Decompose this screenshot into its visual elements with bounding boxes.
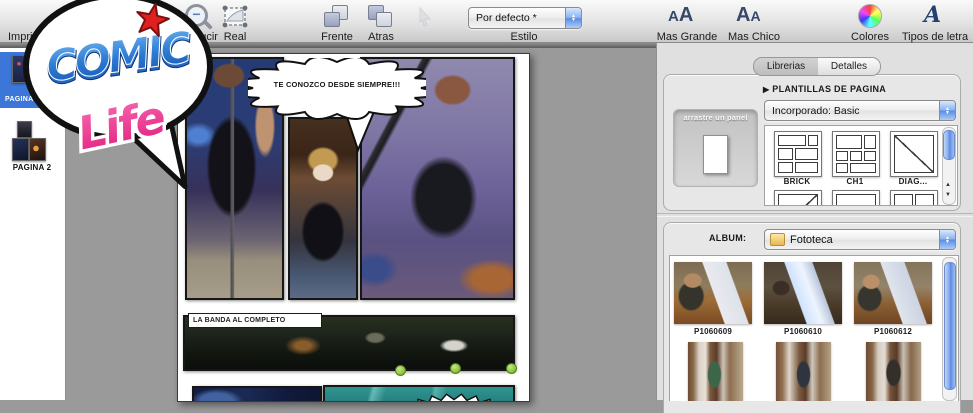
zoom-out-icon[interactable]: − (185, 4, 208, 27)
print-icon[interactable] (60, 3, 90, 35)
photo-thumbnail-4[interactable] (688, 342, 743, 401)
toolbar-shadow (0, 43, 656, 48)
tab-detalles[interactable]: Detalles (818, 57, 881, 76)
photo-label-1: P1060609 (693, 327, 733, 336)
template-diag[interactable] (890, 131, 938, 177)
page1-thumbnail[interactable] (12, 55, 34, 83)
bring-front-icon[interactable] (324, 5, 350, 29)
photo-label-3: P1060612 (873, 327, 913, 336)
speech-bubble[interactable] (248, 58, 426, 156)
logo-word-life: Life (73, 90, 169, 160)
fonts-label[interactable]: Tipos de letra (897, 31, 973, 43)
popup-stepper-icon: ▲ ▼ (565, 8, 581, 28)
zoom-in-icon[interactable]: + (128, 4, 151, 27)
page2-thumbnail-right[interactable] (29, 138, 46, 161)
photos-scrollbar[interactable] (942, 257, 957, 401)
template-brick[interactable] (774, 131, 822, 177)
photo-thumbnail-5[interactable] (776, 342, 831, 401)
popup-stepper-icon: ▲ ▼ (939, 101, 955, 120)
text-smaller-icon[interactable]: AA (736, 4, 761, 27)
photo-label-2: P1060610 (783, 327, 823, 336)
print-button-label[interactable]: Imprimir (8, 31, 64, 43)
selection-handle[interactable] (395, 365, 406, 376)
album-icon (770, 233, 785, 246)
selection-handle[interactable] (506, 363, 517, 374)
style-popup-value: Por defecto * (476, 12, 537, 24)
template-row2-2[interactable] (832, 190, 880, 205)
toolbar: Imprimir + − Reducir Real Frente Atras P… (0, 0, 973, 43)
album-popup[interactable]: Fototeca ▲ ▼ (764, 229, 956, 250)
disclosure-triangle-icon[interactable]: ▶ (763, 85, 769, 94)
library-panel: Librerias Detalles ▶ PLANTILLAS DE PAGIN… (656, 43, 973, 413)
send-back-icon[interactable] (368, 5, 394, 29)
scroll-arrows-icon[interactable]: ▲ ▼ (943, 182, 953, 198)
colors-label[interactable]: Colores (846, 31, 894, 43)
send-back-label[interactable]: Atras (358, 31, 404, 43)
pointer-cursor-icon (418, 6, 432, 32)
tab-librerias[interactable]: Librerias (753, 57, 819, 76)
template-row2-1[interactable] (774, 190, 822, 205)
actual-size-icon[interactable] (221, 4, 249, 34)
template-diag-label: DIAG... (898, 177, 928, 186)
actual-size-label[interactable]: Real (212, 31, 258, 43)
popup-stepper-icon: ▲ ▼ (939, 230, 955, 249)
panel-separator (657, 213, 973, 217)
templates-list: BRICK CH1 DIAG... ▲ ▼ (764, 125, 958, 206)
sidebar-page1-selected[interactable]: PAGINA 1 (0, 52, 65, 108)
photo-thumbnail-6[interactable] (866, 342, 921, 401)
photo-browser: P1060609 P1060610 P1060612 (669, 255, 959, 401)
templates-scrollbar[interactable]: ▲ ▼ (942, 127, 956, 205)
photo-thumbnail-2[interactable] (764, 262, 842, 324)
album-value: Fototeca (790, 233, 833, 246)
fonts-icon[interactable]: A (924, 2, 941, 28)
text-bigger-label[interactable]: Mas Grande (652, 31, 722, 43)
templates-scrollbar-thumb[interactable] (943, 130, 955, 160)
page2-label[interactable]: PAGINA 2 (0, 163, 64, 172)
templates-source-value: Incorporado: Basic (772, 104, 860, 117)
comic-page-canvas[interactable]: TE CONOZCO DESDE SIEMPRE!!! LA BANDA AL … (177, 53, 530, 402)
templates-source-popup[interactable]: Incorporado: Basic ▲ ▼ (764, 100, 956, 121)
text-bigger-icon[interactable]: AA (668, 4, 693, 27)
blank-panel-icon[interactable] (703, 135, 728, 174)
pages-sidebar: PAGINA 1 PAGINA 2 (0, 47, 66, 400)
caption-box[interactable]: LA BANDA AL COMPLETO (188, 313, 322, 328)
photos-scrollbar-thumb[interactable] (944, 262, 956, 390)
comic-panel-band[interactable]: LA BANDA AL COMPLETO (183, 313, 515, 371)
bring-front-label[interactable]: Frente (312, 31, 362, 43)
page2-thumbnail-small[interactable] (17, 121, 32, 138)
selection-handle[interactable] (450, 363, 461, 374)
style-group-label: Estilo (510, 31, 538, 43)
colors-icon[interactable] (858, 4, 882, 28)
comic-life-app: { "toolbar": { "print_label": "Imprimir"… (0, 0, 973, 413)
template-ch1-label: CH1 (846, 177, 864, 186)
speech-bubble-text: TE CONOZCO DESDE SIEMPRE!!! (273, 80, 401, 89)
page2-thumbnail-left[interactable] (12, 138, 29, 161)
template-ch1[interactable] (832, 131, 880, 177)
photo-thumbnail-1[interactable] (674, 262, 752, 324)
album-label: ALBUM: (709, 233, 747, 243)
drag-well-label: arrastre un panel (683, 113, 748, 122)
logo-bubble-tail (119, 116, 188, 189)
style-popup[interactable]: Por defecto * ▲ ▼ (468, 7, 582, 29)
template-row2-3[interactable] (890, 190, 938, 205)
template-brick-label: BRICK (783, 177, 811, 186)
page1-label: PAGINA 1 (5, 96, 40, 103)
photo-thumbnail-3[interactable] (854, 262, 932, 324)
text-smaller-label[interactable]: Mas Chico (722, 31, 786, 43)
panel-drag-well[interactable]: arrastre un panel (673, 109, 758, 187)
logo-word-life-fill: Life (73, 90, 169, 160)
templates-header[interactable]: ▶ PLANTILLAS DE PAGINA (763, 84, 886, 94)
